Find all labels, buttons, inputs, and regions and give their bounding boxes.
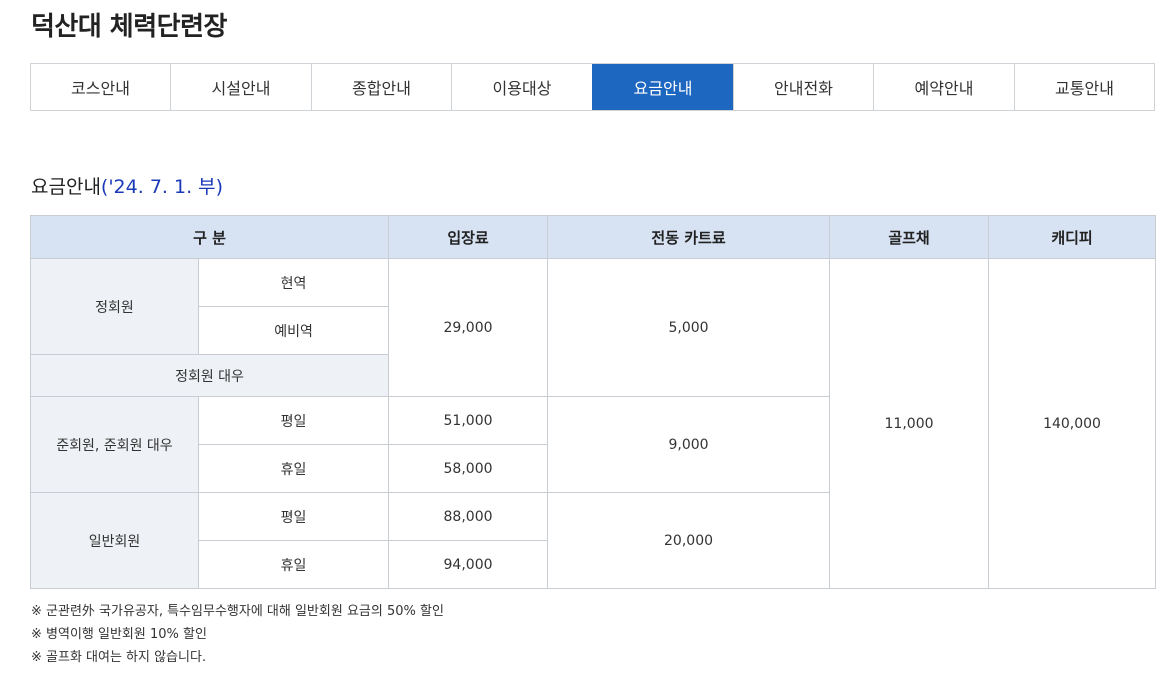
note-item: ※ 군관련外 국가유공자, 특수임무수행자에 대해 일반회원 요금의 50% 할… [31, 604, 444, 619]
associate-member-label: 준회원, 준회원 대우 [30, 396, 199, 493]
header-golf-bag: 골프채 [829, 215, 990, 259]
header-category: 구 분 [29, 215, 390, 259]
tab-bar: 코스안내 시설안내 종합안내 이용대상 요금안내 안내전화 예약안내 교통안내 [30, 63, 1155, 111]
general-holiday-entry-fee: 94,000 [388, 540, 549, 589]
general-weekday-entry-fee: 88,000 [388, 492, 549, 541]
tab-transport-info[interactable]: 교통안내 [1014, 64, 1154, 110]
fee-table: 구 분 입장료 전동 카트료 골프채 캐디피 정회원 현역 29,000 5,0… [29, 215, 1157, 589]
general-cart-fee: 20,000 [547, 492, 831, 589]
general-member-label: 일반회원 [30, 492, 199, 589]
section-title: 요금안내('24. 7. 1. 부) [31, 172, 223, 199]
table-row: 정회원 현역 29,000 5,000 11,000 140,000 [30, 258, 1157, 589]
table-header-row: 구 분 입장료 전동 카트료 골프채 캐디피 [29, 215, 1157, 259]
header-entry-fee: 입장료 [388, 215, 549, 259]
tab-fee-info[interactable]: 요금안내 [592, 64, 733, 110]
golf-bag-fee: 11,000 [829, 258, 990, 589]
general-holiday-label: 휴일 [197, 540, 390, 589]
section-title-text: 요금안내 [31, 176, 101, 198]
note-item: ※ 병역이행 일반회원 10% 할인 [31, 627, 207, 642]
page-title: 덕산대 체력단련장 [31, 12, 227, 42]
header-cart-fee: 전동 카트료 [547, 215, 831, 259]
tab-facility-info[interactable]: 시설안내 [170, 64, 311, 110]
tab-eligibility[interactable]: 이용대상 [451, 64, 592, 110]
note-item: ※ 골프화 대여는 하지 않습니다. [31, 650, 207, 665]
active-duty-label: 현역 [197, 258, 390, 307]
regular-cart-fee: 5,000 [547, 258, 831, 397]
associate-holiday-label: 휴일 [197, 444, 390, 493]
effective-date: ('24. 7. 1. 부) [100, 176, 224, 198]
notes-list: ※ 군관련外 국가유공자, 특수임무수행자에 대해 일반회원 요금의 50% 할… [31, 600, 444, 669]
associate-cart-fee: 9,000 [547, 396, 831, 493]
tab-general-info[interactable]: 종합안내 [311, 64, 451, 110]
tab-phone-info[interactable]: 안내전화 [733, 64, 873, 110]
regular-treated-label: 정회원 대우 [29, 354, 390, 397]
associate-holiday-entry-fee: 58,000 [388, 444, 549, 493]
tab-reservation-info[interactable]: 예약안내 [873, 64, 1014, 110]
regular-member-label: 정회원 [30, 258, 199, 355]
header-caddie-fee: 캐디피 [988, 215, 1157, 259]
associate-weekday-entry-fee: 51,000 [388, 396, 549, 445]
tab-course-info[interactable]: 코스안내 [31, 64, 170, 110]
regular-entry-fee: 29,000 [388, 258, 549, 397]
general-weekday-label: 평일 [197, 492, 390, 541]
caddie-fee: 140,000 [988, 258, 1157, 589]
associate-weekday-label: 평일 [197, 396, 390, 445]
reserve-label: 예비역 [197, 306, 390, 355]
